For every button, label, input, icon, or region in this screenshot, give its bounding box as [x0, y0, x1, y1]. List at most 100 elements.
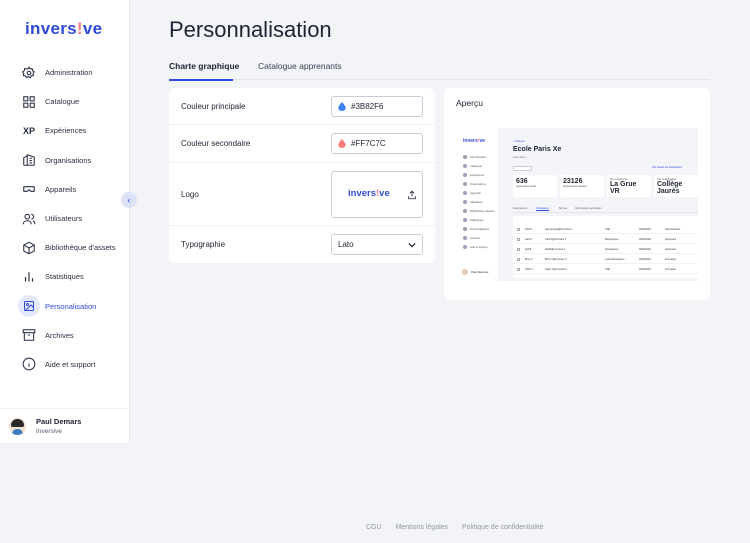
- page-title: Personnalisation: [169, 17, 332, 42]
- logo-upload-field[interactable]: invers!ve: [331, 171, 423, 218]
- sidebar-item-label: Utilisateurs: [45, 214, 83, 224]
- building-icon: [22, 153, 36, 167]
- preview-stat-card: Top organisation Collège Jaurès: [654, 175, 698, 197]
- secondary-color-value: #FF7C7C: [351, 139, 386, 148]
- sidebar-item-label: Archives: [45, 330, 74, 340]
- sidebar-item-label: Administration: [45, 68, 93, 78]
- xp-icon: XP: [22, 125, 35, 136]
- sidebar-item-label: Personalisation: [45, 301, 97, 311]
- secondary-color-field[interactable]: #FF7C7C: [331, 133, 423, 154]
- footer-link-mentions[interactable]: Mentions légales: [396, 524, 449, 531]
- preview-nav-item: Statistiques: [463, 218, 483, 222]
- archive-icon: [22, 328, 36, 342]
- sidebar-item-utilisateurs[interactable]: Utilisateurs: [0, 204, 130, 233]
- preview-nav-item: Utilisateurs: [463, 200, 483, 204]
- avatar: [9, 417, 26, 435]
- brand-logo[interactable]: invers!ve: [25, 19, 102, 39]
- preview-nav-item: Organisations: [463, 182, 486, 186]
- typography-value: Lato: [338, 240, 354, 249]
- sidebar-item-label: Bibliothèque d'assets: [45, 243, 116, 253]
- sidebar-item-appareils[interactable]: Appareils: [0, 175, 130, 204]
- gear-icon: [22, 65, 36, 80]
- cube-icon: [22, 241, 36, 255]
- preview-stat-card: Top expérience La Grue VR: [607, 175, 651, 197]
- preview-stat-card: 23126 Expériences lancées: [560, 175, 604, 197]
- info-icon: [22, 357, 36, 371]
- color-drop-icon: [338, 102, 346, 111]
- footer: CGU Mentions légales Politique de confid…: [366, 524, 555, 531]
- preview-nav-item: Archives: [463, 236, 480, 240]
- tab-charte-graphique[interactable]: Charte graphique: [169, 61, 239, 81]
- primary-color-field[interactable]: #3B82F6: [331, 96, 423, 117]
- primary-color-row: Couleur principale #3B82F6: [169, 88, 435, 125]
- user-profile[interactable]: Paul Demars Inversive: [0, 408, 130, 443]
- table-row: Noah Y. Noah.Y@inversive.fr CSE 09/03/2024 F…: [513, 266, 698, 274]
- preview-stat-card: 636 Apprenants actifs: [513, 175, 557, 197]
- preview-screenshot: invers!ve Administration Catalogue Expér…: [456, 128, 698, 281]
- preview-tabs: Expériences Utilisateurs Bornes Informat…: [513, 207, 698, 213]
- preview-sidebar: invers!ve Administration Catalogue Expér…: [456, 128, 498, 281]
- sidebar-item-bibliotheque[interactable]: Bibliothèque d'assets: [0, 233, 130, 262]
- collapse-sidebar-button[interactable]: ‹: [121, 192, 137, 208]
- sidebar: invers!ve Administration Catalogue XP Ex…: [0, 0, 130, 443]
- table-row: Brice V. Brice.V@inversive.fr Lead Dévelop…: [513, 256, 698, 264]
- sidebar-item-catalogue[interactable]: Catalogue: [0, 87, 130, 116]
- user-name: Paul Demars: [36, 417, 82, 426]
- preview-stats-link: Voir toutes les statistiques: [652, 166, 682, 169]
- logo-row: Logo invers!ve: [169, 163, 435, 226]
- preview-tab: Bornes: [559, 207, 568, 210]
- vr-headset-icon: [22, 182, 36, 196]
- preview-table: Paul D. paul.demars@inversive.fr CSE 09/03/…: [513, 216, 698, 278]
- preview-nav-item: Catalogue: [463, 164, 482, 168]
- sidebar-item-label: Appareils: [45, 184, 77, 194]
- image-icon: [18, 295, 40, 318]
- preview-tab: Utilisateurs: [536, 207, 549, 211]
- preview-title: Aperçu: [456, 98, 483, 108]
- sidebar-item-label: Catalogue: [45, 97, 80, 107]
- branding-settings-card: Couleur principale #3B82F6 Couleur secon…: [169, 88, 435, 263]
- sidebar-item-label: Organisations: [45, 155, 92, 165]
- secondary-color-label: Couleur secondaire: [181, 139, 251, 148]
- preview-card: Aperçu invers!ve Administration Catalogu…: [444, 88, 710, 300]
- preview-nav-item: Administration: [463, 155, 486, 159]
- table-row: Alal B. Alal.B@inversive.fr Développeur 09/…: [513, 246, 698, 254]
- sidebar-item-experiences[interactable]: XP Expériences: [0, 116, 130, 145]
- sidebar-item-aide[interactable]: Aide et support: [0, 350, 130, 379]
- preview-user: Paul Demars: [462, 269, 488, 275]
- preview-tab: Informations générales: [575, 207, 602, 210]
- sidebar-item-administration[interactable]: Administration: [0, 58, 130, 87]
- bar-chart-icon: [22, 270, 36, 284]
- sidebar-item-label: Aide et support: [45, 359, 96, 369]
- table-row: Jack K. Jack.K@inversive.fr Développeur 09/…: [513, 236, 698, 244]
- logo-preview: invers!ve: [348, 188, 390, 199]
- tabs: Charte graphique Catalogue apprenants: [169, 60, 710, 81]
- chevron-down-icon: [408, 242, 416, 248]
- users-icon: [22, 212, 36, 226]
- chevron-left-icon: ‹: [127, 195, 131, 205]
- primary-color-label: Couleur principale: [181, 101, 246, 111]
- sidebar-item-label: Statistiques: [45, 272, 84, 282]
- preview-page-subtitle: Education: [513, 155, 527, 159]
- typography-label: Typographie: [181, 240, 226, 249]
- sidebar-nav: Administration Catalogue XP Expériences …: [0, 58, 130, 379]
- user-organisation: Inversive: [36, 428, 63, 435]
- sidebar-item-organisations[interactable]: Organisations: [0, 146, 130, 175]
- sidebar-item-personalisation[interactable]: Personalisation: [0, 292, 130, 321]
- sidebar-item-statistiques[interactable]: Statistiques: [0, 262, 130, 291]
- sidebar-item-archives[interactable]: Archives: [0, 321, 130, 350]
- sidebar-item-label: Expériences: [45, 126, 87, 136]
- secondary-color-row: Couleur secondaire #FF7C7C: [169, 125, 435, 163]
- preview-nav-item: Appareils: [463, 191, 481, 195]
- upload-icon[interactable]: [407, 190, 417, 200]
- preview-nav-item: Expériences: [463, 173, 484, 177]
- preview-tab: Expériences: [513, 207, 528, 210]
- typography-select[interactable]: Lato: [331, 234, 423, 255]
- footer-link-cgu[interactable]: CGU: [366, 524, 382, 531]
- typography-row: Typographie Lato: [169, 226, 435, 263]
- tab-catalogue-apprenants[interactable]: Catalogue apprenants: [258, 61, 342, 80]
- footer-link-privacy[interactable]: Politique de confidentialité: [462, 524, 543, 531]
- grid-icon: [22, 95, 36, 109]
- table-row: Paul D. paul.demars@inversive.fr CSE 09/03/…: [513, 226, 698, 234]
- primary-color-value: #3B82F6: [351, 102, 384, 111]
- preview-nav-item: Bibliothèque d'assets: [463, 209, 494, 213]
